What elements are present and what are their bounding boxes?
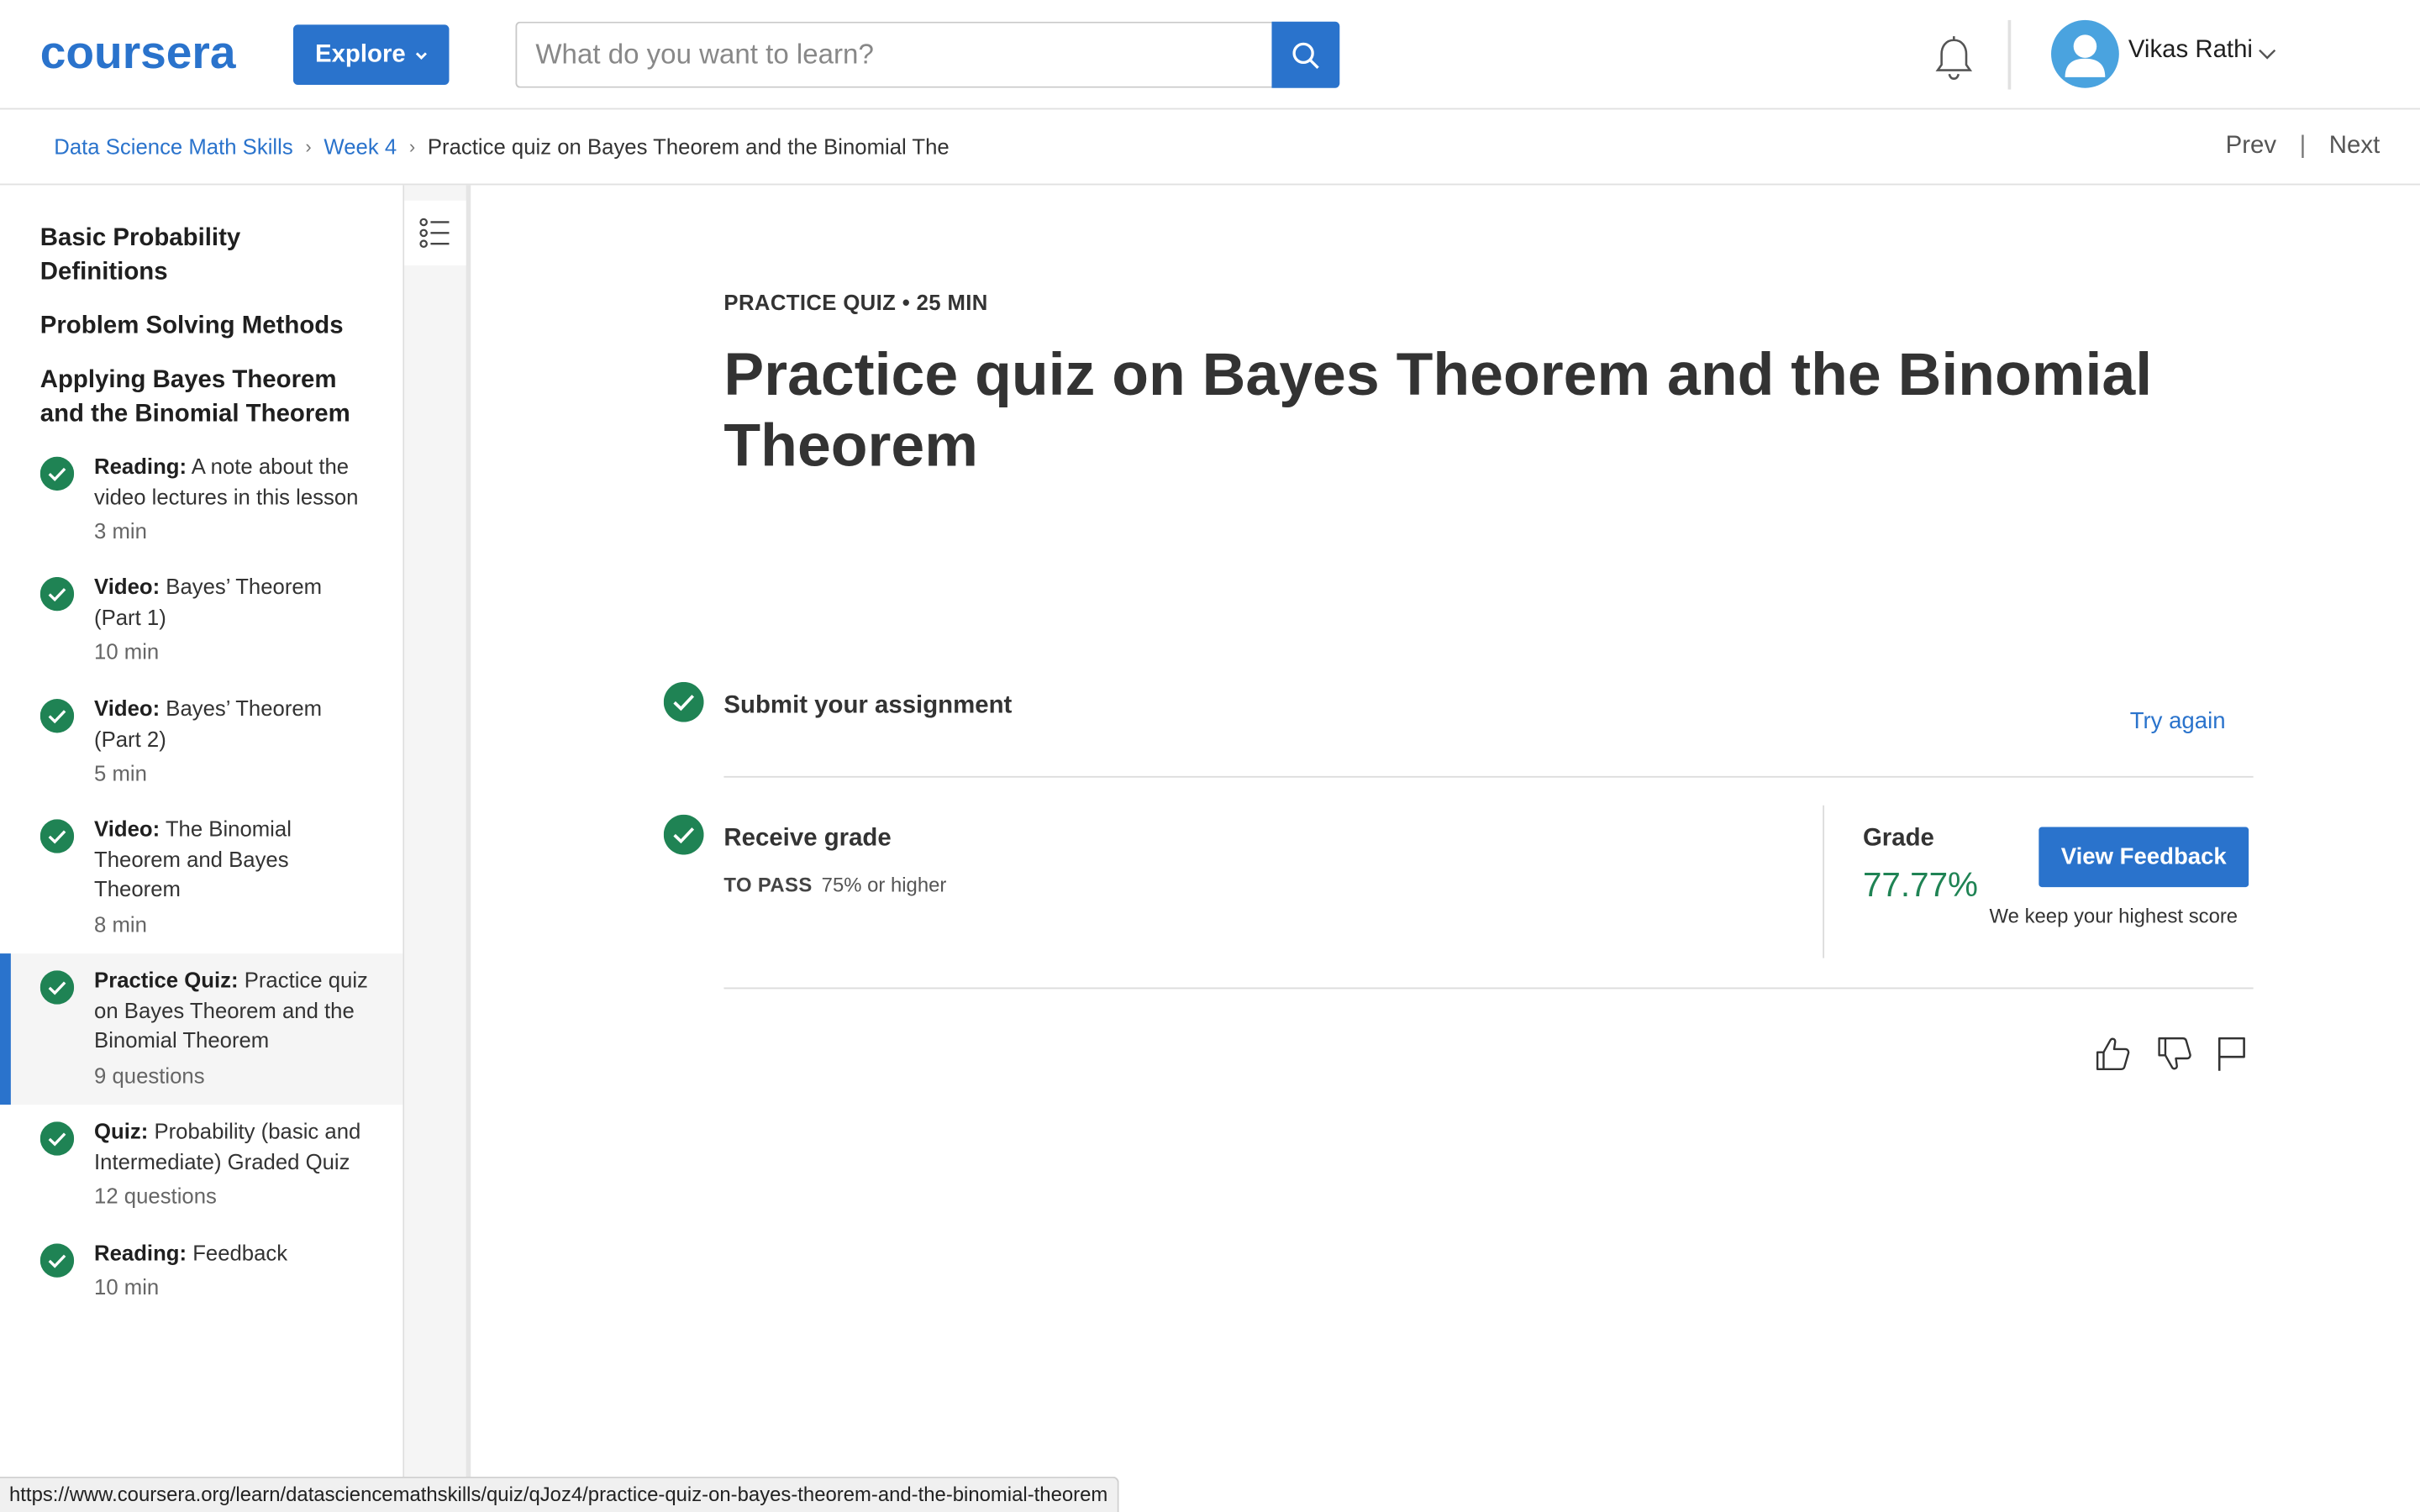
- item-eyebrow: PRACTICE QUIZ • 25 MIN: [723, 290, 988, 315]
- item-duration: 12 questions: [94, 1183, 217, 1209]
- sidebar-section-basic-probability[interactable]: Basic Probability Definitions: [40, 222, 372, 290]
- item-title: Feedback: [192, 1240, 288, 1266]
- item-type: Reading:: [94, 454, 187, 479]
- item-duration: 5 min: [94, 760, 147, 785]
- check-circle-icon: [39, 970, 75, 1005]
- thumbs-down-icon[interactable]: [2154, 1034, 2195, 1074]
- sidebar-item-reading-feedback[interactable]: Reading: Feedback 10 min: [0, 1237, 402, 1315]
- check-circle-icon: [39, 819, 75, 853]
- sidebar-item-label: Quiz: Probability (basic and Intermediat…: [94, 1117, 372, 1178]
- sidebar-item-video-binomial[interactable]: Video: The Binomial Theorem and Bayes Th…: [0, 811, 402, 950]
- search-icon: [1292, 41, 1319, 69]
- check-circle-icon: [39, 456, 75, 491]
- divider: [723, 775, 2254, 778]
- user-name[interactable]: Vikas Rathi: [2128, 37, 2253, 65]
- sidebar-item-label: Practice Quiz: Practice quiz on Bayes Th…: [94, 966, 372, 1057]
- sidebar-item-graded-quiz[interactable]: Quiz: Probability (basic and Intermediat…: [0, 1117, 402, 1226]
- item-type: Video:: [94, 696, 160, 721]
- divider: [723, 987, 2254, 990]
- avatar[interactable]: [2051, 19, 2119, 88]
- grade-divider: [1823, 805, 1825, 958]
- grade-label: Grade: [1862, 825, 1934, 852]
- sidebar-item-label: Video: Bayes’ Theorem (Part 1): [94, 572, 372, 633]
- sidebar-item-practice-quiz[interactable]: Practice Quiz: Practice quiz on Bayes Th…: [0, 953, 403, 1105]
- sidebar-item-label: Video: Bayes’ Theorem (Part 2): [94, 695, 372, 755]
- chevron-right-icon: ›: [408, 135, 416, 158]
- flag-icon[interactable]: [2212, 1034, 2252, 1074]
- keep-score-note: We keep your highest score: [1989, 904, 2238, 927]
- search-input[interactable]: [515, 21, 1272, 88]
- view-feedback-button[interactable]: View Feedback: [2039, 827, 2249, 888]
- next-button[interactable]: Next: [2329, 133, 2380, 160]
- sidebar: Basic Probability Definitions Problem So…: [0, 185, 405, 1512]
- try-again-link[interactable]: Try again: [2130, 708, 2226, 734]
- sidebar-item-video-bayes-2[interactable]: Video: Bayes’ Theorem (Part 2) 5 min: [0, 691, 402, 800]
- submit-assignment-title: Submit your assignment: [723, 692, 1013, 719]
- sidebar-item-label: Video: The Binomial Theorem and Bayes Th…: [94, 815, 372, 906]
- header-divider: [2007, 19, 2012, 90]
- sidebar-item-label: Reading: A note about the video lectures…: [94, 452, 372, 512]
- sidebar-item-label: Reading: Feedback: [94, 1239, 372, 1269]
- breadcrumb-week-link[interactable]: Week 4: [324, 134, 397, 159]
- item-duration: 10 min: [94, 1274, 160, 1299]
- to-pass-requirement: TO PASS 75% or higher: [723, 874, 946, 897]
- breadcrumb-course-link[interactable]: Data Science Math Skills: [54, 134, 292, 159]
- coursera-logo[interactable]: coursera: [40, 31, 256, 77]
- item-type: Quiz:: [94, 1118, 149, 1144]
- prev-next-nav: Prev | Next: [2226, 133, 2381, 160]
- check-circle-icon: [39, 576, 75, 612]
- chevron-down-icon[interactable]: [2258, 48, 2276, 60]
- explore-label: Explore: [314, 40, 406, 67]
- item-duration: 9 questions: [94, 1063, 205, 1088]
- breadcrumb-current: Practice quiz on Bayes Theorem and the B…: [427, 134, 950, 160]
- prev-button[interactable]: Prev: [2226, 133, 2276, 160]
- search-button[interactable]: [1271, 21, 1340, 88]
- list-icon: [419, 218, 450, 248]
- check-circle-icon: [39, 1121, 75, 1156]
- avatar-icon: [2065, 34, 2106, 77]
- item-type: Video:: [94, 574, 160, 599]
- receive-grade-title: Receive grade: [723, 825, 892, 852]
- item-duration: 3 min: [94, 518, 147, 543]
- breadcrumb-bar: Data Science Math Skills › Week 4 › Prac…: [0, 109, 2420, 186]
- top-bar: coursera Explore Vikas Rathi: [0, 0, 2420, 110]
- logo-text: coursera: [40, 31, 236, 77]
- breadcrumb: Data Science Math Skills › Week 4 › Prac…: [54, 134, 949, 159]
- bell-icon[interactable]: [1931, 34, 1977, 83]
- nav-separator: |: [2299, 132, 2307, 160]
- chevron-right-icon: ›: [305, 135, 312, 158]
- to-pass-value: 75% or higher: [821, 873, 947, 897]
- check-circle-icon: [663, 681, 704, 722]
- app-root: coursera Explore Vikas Rathi: [0, 0, 2420, 1512]
- sidebar-item-video-bayes-1[interactable]: Video: Bayes’ Theorem (Part 1) 10 min: [0, 570, 402, 678]
- to-pass-label: TO PASS: [723, 873, 813, 897]
- item-type: Video:: [94, 816, 160, 842]
- sidebar-section-bayes-binomial[interactable]: Applying Bayes Theorem and the Binomial …: [40, 364, 372, 432]
- check-circle-icon: [39, 699, 75, 733]
- thumbs-up-icon[interactable]: [2093, 1034, 2133, 1074]
- chevron-down-icon: [415, 51, 427, 60]
- page-title: Practice quiz on Bayes Theorem and the B…: [723, 342, 2153, 480]
- toggle-outline-button[interactable]: [404, 200, 466, 265]
- status-bar-url: https://www.coursera.org/learn/datascien…: [0, 1476, 1119, 1512]
- check-circle-icon: [663, 814, 704, 855]
- item-type: Reading:: [94, 1240, 187, 1266]
- item-type: Practice Quiz:: [94, 967, 239, 993]
- explore-button[interactable]: Explore: [292, 24, 450, 86]
- active-indicator: [0, 953, 11, 1105]
- item-duration: 8 min: [94, 911, 147, 937]
- check-circle-icon: [39, 1243, 75, 1278]
- grade-value: 77.77%: [1862, 865, 1979, 905]
- sidebar-item-reading-note[interactable]: Reading: A note about the video lectures…: [0, 448, 402, 556]
- item-duration: 10 min: [94, 638, 160, 664]
- nav-rail: [404, 185, 471, 1512]
- sidebar-section-problem-solving[interactable]: Problem Solving Methods: [40, 310, 372, 344]
